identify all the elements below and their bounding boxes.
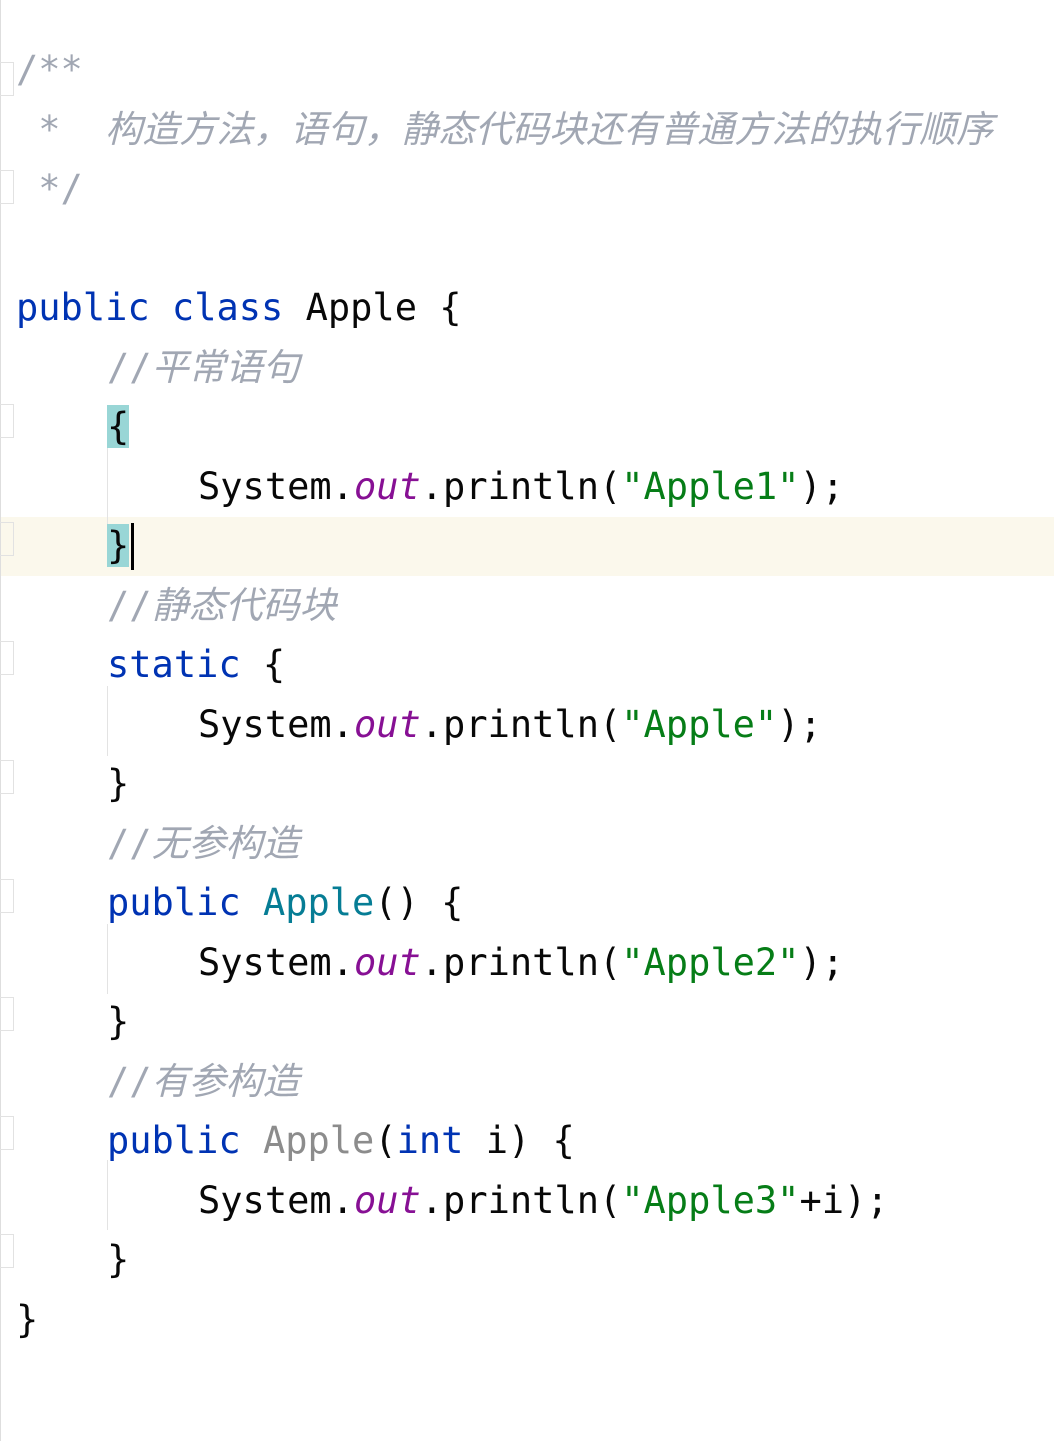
code-line[interactable]: System.out.println("Apple2");	[0, 933, 1054, 993]
code-token: //	[107, 1059, 152, 1103]
code-line[interactable]: //静态代码块	[0, 576, 1054, 636]
code-token: *	[16, 107, 83, 151]
code-token: static	[107, 643, 241, 686]
code-token: );	[799, 940, 845, 984]
code-token: out	[353, 940, 421, 984]
code-token: System	[198, 464, 332, 508]
code-token: "Apple2"	[621, 940, 800, 984]
code-token: Apple	[262, 881, 375, 924]
code-token: .println(	[420, 464, 622, 508]
code-token: 有参构造	[151, 1059, 300, 1103]
code-token: "Apple1"	[621, 464, 800, 508]
code-token: +i);	[799, 1178, 889, 1222]
code-token: }	[107, 1238, 130, 1281]
code-token: .	[331, 464, 354, 508]
code-line[interactable]: System.out.println("Apple3"+i);	[0, 1171, 1054, 1231]
code-token: {	[107, 405, 130, 448]
code-token: */	[16, 167, 83, 210]
code-token: (	[374, 1119, 397, 1162]
code-token: .	[331, 940, 354, 984]
code-line[interactable]: }	[0, 1290, 1054, 1350]
code-line[interactable]: public Apple(int i) {	[0, 1111, 1054, 1171]
code-line[interactable]: static {	[0, 635, 1054, 695]
code-line[interactable]: //平常语句	[0, 338, 1054, 398]
code-line[interactable]: }	[0, 1230, 1054, 1290]
code-token: public	[107, 881, 263, 924]
code-token: .	[331, 702, 354, 746]
code-token: "Apple3"	[621, 1178, 800, 1222]
code-token: System	[198, 702, 332, 746]
code-token: .	[331, 1178, 354, 1222]
code-editor[interactable]: /** * 构造方法，语句，静态代码块还有普通方法的执行顺序 */ public …	[0, 0, 1054, 1441]
code-token: Apple	[305, 286, 417, 329]
code-token: .println(	[420, 702, 622, 746]
code-line[interactable]: }	[0, 992, 1054, 1052]
code-token: {	[416, 286, 462, 329]
code-token: .println(	[420, 940, 622, 984]
code-token: );	[777, 702, 822, 746]
text-caret	[131, 523, 134, 570]
code-token: System	[198, 1178, 332, 1222]
code-line[interactable]: {	[0, 397, 1054, 457]
code-token: //	[107, 821, 152, 865]
code-token: {	[240, 643, 286, 686]
code-token: public class	[16, 286, 306, 329]
code-line[interactable]: public Apple() {	[0, 873, 1054, 933]
code-token: "Apple"	[621, 702, 778, 746]
code-token: out	[353, 702, 421, 746]
code-line[interactable]: public class Apple {	[0, 278, 1054, 338]
code-token: );	[799, 464, 845, 508]
code-token: Apple	[262, 1119, 375, 1162]
code-line[interactable]	[0, 219, 1054, 279]
code-line[interactable]: }	[0, 516, 1054, 576]
code-token: () {	[374, 881, 464, 924]
code-token: public	[107, 1119, 263, 1162]
code-line[interactable]: //无参构造	[0, 814, 1054, 874]
code-token: /**	[16, 48, 83, 91]
code-token: 无参构造	[151, 821, 300, 865]
code-line[interactable]: System.out.println("Apple");	[0, 695, 1054, 755]
code-token: 平常语句	[151, 345, 300, 389]
code-token: }	[107, 762, 130, 805]
code-line[interactable]: System.out.println("Apple1");	[0, 457, 1054, 517]
code-token: i) {	[463, 1119, 575, 1162]
code-token: out	[353, 464, 421, 508]
code-token: System	[198, 940, 332, 984]
code-line[interactable]: */	[0, 159, 1054, 219]
code-token: out	[353, 1178, 421, 1222]
code-token: //	[107, 345, 152, 389]
code-line[interactable]: /**	[0, 40, 1054, 100]
code-token: }	[107, 1000, 130, 1043]
code-line[interactable]: * 构造方法，语句，静态代码块还有普通方法的执行顺序	[0, 100, 1054, 160]
code-token: int	[396, 1119, 464, 1162]
code-token: 静态代码块	[151, 583, 337, 627]
code-token: }	[107, 524, 130, 567]
code-line[interactable]: //有参构造	[0, 1052, 1054, 1112]
code-token: .println(	[420, 1178, 622, 1222]
code-line[interactable]: }	[0, 754, 1054, 814]
code-token: 构造方法，语句，静态代码块还有普通方法的执行顺序	[82, 107, 994, 151]
code-token: //	[107, 583, 152, 627]
code-token: }	[16, 1297, 39, 1341]
